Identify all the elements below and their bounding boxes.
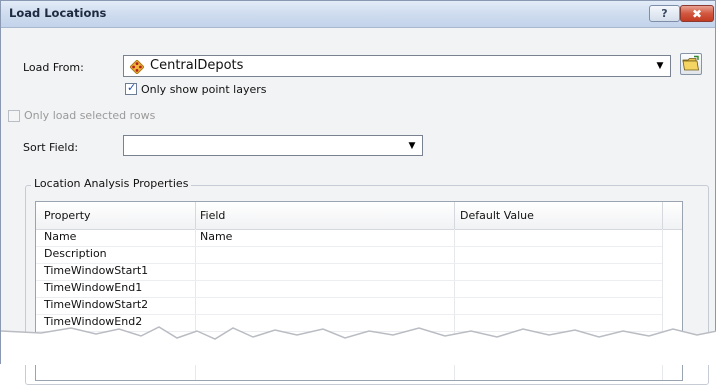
load-from-value: CentralDepots (150, 58, 244, 73)
sort-field-label: Sort Field: (23, 141, 79, 154)
table-header: Property Field Default Value (36, 202, 682, 230)
torn-edge (1, 326, 716, 365)
table-row[interactable]: TimeWindowStart2 (36, 297, 662, 315)
column-header-default-value[interactable]: Default Value (460, 209, 534, 222)
only-selected-rows-label: Only load selected rows (24, 109, 156, 122)
cell-field[interactable]: Name (200, 230, 232, 243)
column-header-field[interactable]: Field (200, 209, 225, 222)
chevron-down-icon[interactable]: ▼ (404, 138, 420, 153)
table-row[interactable]: Description (36, 246, 662, 264)
only-selected-rows-checkbox[interactable] (8, 110, 20, 122)
only-point-layers-label: Only show point layers (141, 83, 267, 96)
point-feature-class-icon (130, 60, 144, 74)
column-divider (662, 202, 663, 229)
close-icon: ✖ (691, 6, 703, 21)
cell-property[interactable]: TimeWindowEnd1 (44, 281, 142, 294)
title-bar[interactable]: Load Locations ? ✖ (1, 1, 715, 28)
close-button[interactable]: ✖ (680, 5, 714, 22)
column-divider (195, 202, 196, 229)
only-point-layers-checkbox[interactable] (125, 81, 137, 95)
column-header-property[interactable]: Property (44, 209, 91, 222)
sort-field-dropdown[interactable]: ▼ (123, 135, 423, 156)
window-title: Load Locations (9, 6, 107, 20)
cell-property[interactable]: TimeWindowStart1 (44, 264, 148, 277)
table-row[interactable]: TimeWindowStart1 (36, 263, 662, 281)
group-title: Location Analysis Properties (31, 177, 192, 190)
cell-property[interactable]: Description (44, 247, 107, 260)
help-button[interactable]: ? (649, 5, 680, 22)
browse-button[interactable] (680, 53, 702, 75)
table-row[interactable]: Name Name (36, 229, 662, 247)
load-locations-dialog: Load Locations ? ✖ Load From: CentralDep… (0, 0, 716, 385)
chevron-down-icon[interactable]: ▼ (652, 58, 668, 74)
open-folder-icon (682, 55, 699, 71)
help-icon: ? (661, 7, 668, 20)
load-from-label: Load From: (23, 61, 84, 74)
cell-property[interactable]: Name (44, 230, 76, 243)
cell-property[interactable]: TimeWindowStart2 (44, 298, 148, 311)
table-row[interactable]: TimeWindowEnd1 (36, 280, 662, 298)
load-from-dropdown[interactable]: CentralDepots ▼ (123, 55, 671, 77)
column-divider (454, 202, 455, 229)
